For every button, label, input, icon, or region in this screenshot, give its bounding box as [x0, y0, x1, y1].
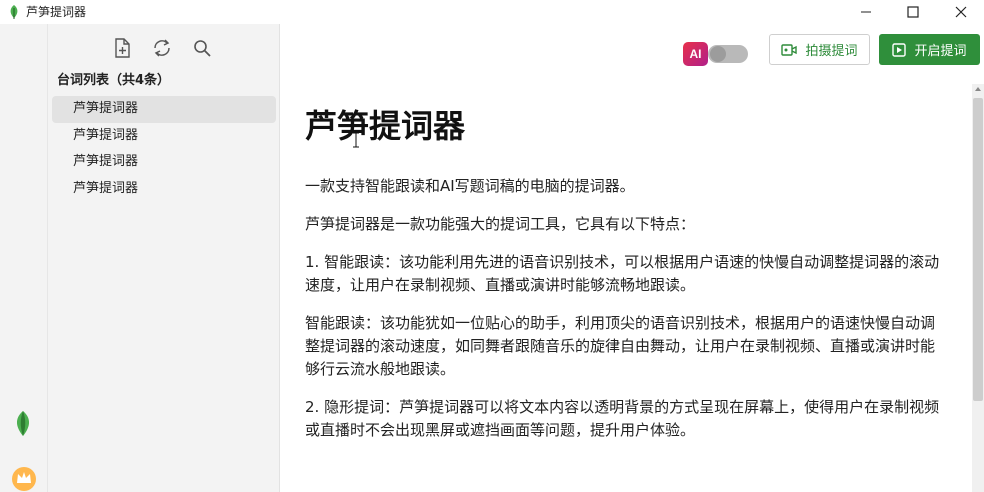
- ai-badge: AI: [683, 42, 708, 66]
- scroll-up-arrow-icon[interactable]: [975, 86, 981, 92]
- list-item-label: 芦笋提词器: [73, 101, 139, 116]
- document-paragraph[interactable]: 芦笋提词器是一款功能强大的提词工具，它具有以下特点：: [305, 213, 945, 236]
- search-button[interactable]: [190, 36, 214, 60]
- maximize-button[interactable]: [890, 0, 936, 24]
- minimize-button[interactable]: [843, 0, 889, 24]
- search-icon: [194, 40, 211, 57]
- app-sidebar: [0, 24, 48, 492]
- editor-area: AI 拍摄提词 开启提词 芦笋提词器 一款支持智能跟读和AI写题词稿的电脑的提词…: [280, 24, 984, 492]
- document-paragraph[interactable]: 1. 智能跟读：该功能利用先进的语音识别技术，可以根据用户语速的快慢自动调整提词…: [305, 251, 945, 297]
- close-button[interactable]: [938, 0, 984, 24]
- title-bar: 芦笋提词器: [0, 0, 984, 24]
- camera-icon: [781, 43, 798, 56]
- start-prompter-button[interactable]: 开启提词: [879, 34, 980, 65]
- window-title: 芦笋提词器: [26, 5, 87, 19]
- refresh-button[interactable]: [150, 36, 174, 60]
- play-icon: [892, 42, 907, 57]
- list-item[interactable]: 芦笋提词器: [52, 123, 276, 150]
- document-paragraph[interactable]: 2. 隐形提词：芦笋提词器可以将文本内容以透明背景的方式呈现在屏幕上，使得用户在…: [305, 396, 945, 442]
- maximize-icon: [907, 6, 919, 18]
- start-button-label: 开启提词: [914, 44, 967, 59]
- refresh-icon: [154, 39, 170, 57]
- document-paragraph[interactable]: 智能跟读：该功能犹如一位贴心的助手，利用顶尖的语音识别技术，根据用户的语速快慢自…: [305, 312, 945, 381]
- shoot-prompter-button[interactable]: 拍摄提词: [769, 34, 870, 65]
- script-editor[interactable]: 芦笋提词器 一款支持智能跟读和AI写题词稿的电脑的提词器。 芦笋提词器是一款功能…: [305, 104, 945, 457]
- script-list: 芦笋提词器 芦笋提词器 芦笋提词器 芦笋提词器: [52, 96, 276, 202]
- new-file-icon: [115, 38, 130, 58]
- list-item-label: 芦笋提词器: [73, 180, 139, 196]
- list-item-label: 芦笋提词器: [73, 127, 139, 143]
- ai-toggle[interactable]: [708, 45, 748, 63]
- shoot-button-label: 拍摄提词: [805, 44, 858, 59]
- script-list-panel: 台词列表（共4条） 芦笋提词器 芦笋提词器 芦笋提词器 芦笋提词器: [48, 24, 280, 492]
- minimize-icon: [861, 11, 871, 13]
- scrollbar-thumb[interactable]: [973, 98, 983, 401]
- new-script-button[interactable]: [110, 36, 134, 60]
- list-item[interactable]: 芦笋提词器: [52, 176, 276, 203]
- list-heading: 台词列表（共4条）: [57, 73, 171, 88]
- crown-vip-icon[interactable]: [11, 464, 37, 492]
- app-leaf-icon: [10, 5, 18, 19]
- close-icon: [955, 6, 967, 18]
- list-item-label: 芦笋提词器: [73, 154, 139, 169]
- list-item[interactable]: 芦笋提词器: [52, 149, 276, 176]
- text-cursor-icon: [353, 132, 359, 148]
- leaf-logo-icon[interactable]: [11, 409, 35, 439]
- list-item[interactable]: 芦笋提词器: [52, 96, 276, 123]
- document-title[interactable]: 芦笋提词器: [305, 104, 945, 148]
- document-paragraph[interactable]: 一款支持智能跟读和AI写题词稿的电脑的提词器。: [305, 175, 945, 198]
